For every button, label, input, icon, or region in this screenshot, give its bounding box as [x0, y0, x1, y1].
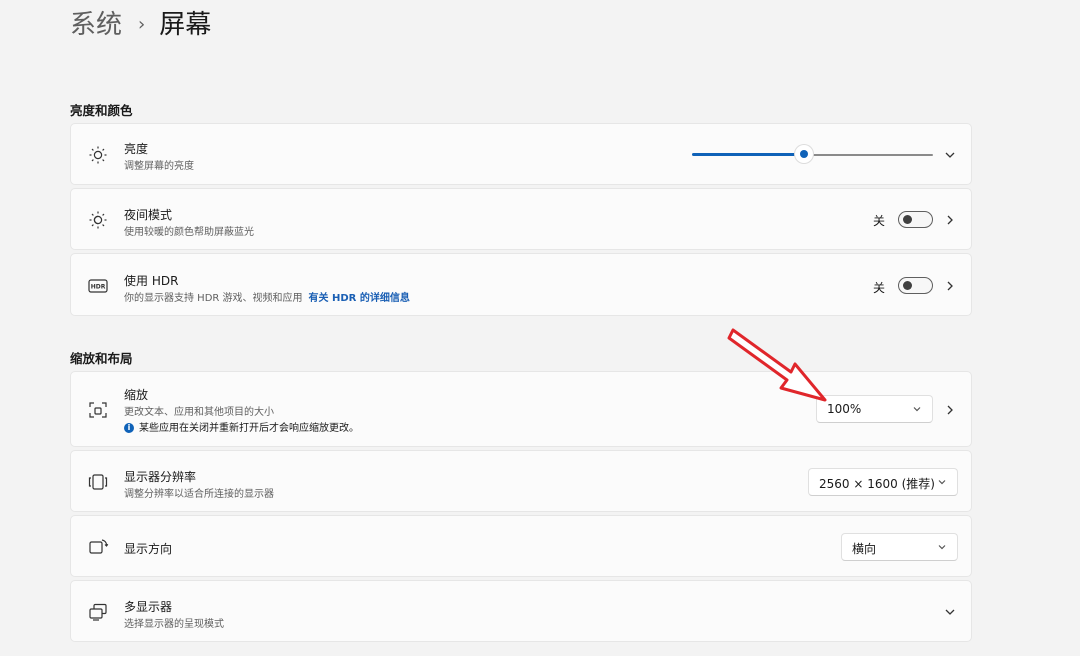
hdr-icon: HDR [87, 275, 109, 297]
resolution-card[interactable]: 显示器分辨率 调整分辨率以适合所连接的显示器 2560 × 1600 (推荐) [70, 450, 972, 512]
scale-title: 缩放 [124, 388, 149, 402]
resolution-dropdown-value: 2560 × 1600 (推荐) [819, 477, 935, 491]
chevron-down-icon [912, 404, 922, 414]
chevron-down-icon[interactable] [943, 605, 957, 619]
resolution-title: 显示器分辨率 [124, 470, 197, 484]
annotation-arrow-icon [727, 328, 827, 402]
chevron-down-icon[interactable] [943, 148, 957, 162]
night-light-toggle[interactable] [898, 211, 933, 228]
scale-note: i 某些应用在关闭并重新打开后才会响应缩放更改。 [124, 419, 359, 434]
breadcrumb-parent-system[interactable]: 系统 [70, 8, 122, 42]
night-light-title: 夜间模式 [124, 208, 173, 222]
orientation-title: 显示方向 [124, 542, 173, 556]
chevron-right-icon[interactable] [943, 279, 957, 293]
sun-icon [87, 144, 109, 166]
section-title-brightness-color: 亮度和颜色 [70, 103, 133, 118]
resolution-dropdown[interactable]: 2560 × 1600 (推荐) [808, 468, 958, 496]
hdr-subtitle: 你的显示器支持 HDR 游戏、视频和应用 [124, 293, 303, 304]
multi-display-title: 多显示器 [124, 600, 173, 614]
orientation-dropdown-value: 横向 [852, 542, 877, 556]
hdr-state-label: 关 [872, 281, 885, 295]
scale-subtitle: 更改文本、应用和其他项目的大小 [124, 407, 274, 418]
chevron-down-icon [937, 542, 947, 552]
brightness-slider-thumb[interactable] [795, 145, 813, 163]
info-icon: i [124, 423, 134, 433]
orientation-icon [87, 536, 109, 558]
brightness-slider-fill[interactable] [692, 153, 805, 156]
resolution-subtitle: 调整分辨率以适合所连接的显示器 [124, 489, 274, 500]
scale-card[interactable]: 缩放 更改文本、应用和其他项目的大小 i 某些应用在关闭并重新打开后才会响应缩放更… [70, 371, 972, 447]
hdr-learn-more-link[interactable]: 有关 HDR 的详细信息 [309, 293, 410, 304]
hdr-card[interactable]: HDR 使用 HDR 你的显示器支持 HDR 游戏、视频和应用 有关 HDR 的详… [70, 253, 972, 316]
brightness-title: 亮度 [124, 142, 149, 156]
scale-note-text: 某些应用在关闭并重新打开后才会响应缩放更改。 [139, 423, 359, 434]
hdr-toggle[interactable] [898, 277, 933, 294]
svg-text:HDR: HDR [91, 284, 106, 291]
breadcrumb-separator: › [138, 14, 146, 35]
breadcrumb: 系统 › 屏幕 [70, 8, 211, 42]
multi-display-icon [87, 601, 109, 623]
night-light-icon [87, 209, 109, 231]
multi-display-card[interactable]: 多显示器 选择显示器的呈现模式 [70, 580, 972, 642]
night-light-card[interactable]: 夜间模式 使用较暖的颜色帮助屏蔽蓝光 关 [70, 188, 972, 250]
hdr-title: 使用 HDR [124, 274, 179, 288]
night-light-state-label: 关 [872, 214, 885, 228]
orientation-card[interactable]: 显示方向 横向 [70, 515, 972, 577]
orientation-dropdown[interactable]: 横向 [841, 533, 958, 561]
chevron-right-icon[interactable] [943, 213, 957, 227]
brightness-card[interactable]: 亮度 调整屏幕的亮度 [70, 123, 972, 185]
night-light-subtitle: 使用较暖的颜色帮助屏蔽蓝光 [124, 227, 254, 238]
toggle-knob [903, 281, 912, 290]
section-title-scale-layout: 缩放和布局 [70, 351, 133, 366]
resolution-icon [87, 471, 109, 493]
page-title: 屏幕 [159, 10, 212, 40]
multi-display-subtitle: 选择显示器的呈现模式 [124, 619, 224, 630]
scale-icon [87, 399, 109, 421]
brightness-slider-track[interactable] [805, 153, 933, 156]
chevron-down-icon [937, 477, 947, 487]
hdr-subtitle-line: 你的显示器支持 HDR 游戏、视频和应用 有关 HDR 的详细信息 [124, 289, 410, 304]
chevron-right-icon[interactable] [943, 403, 957, 417]
toggle-knob [903, 215, 912, 224]
brightness-subtitle: 调整屏幕的亮度 [124, 161, 194, 172]
